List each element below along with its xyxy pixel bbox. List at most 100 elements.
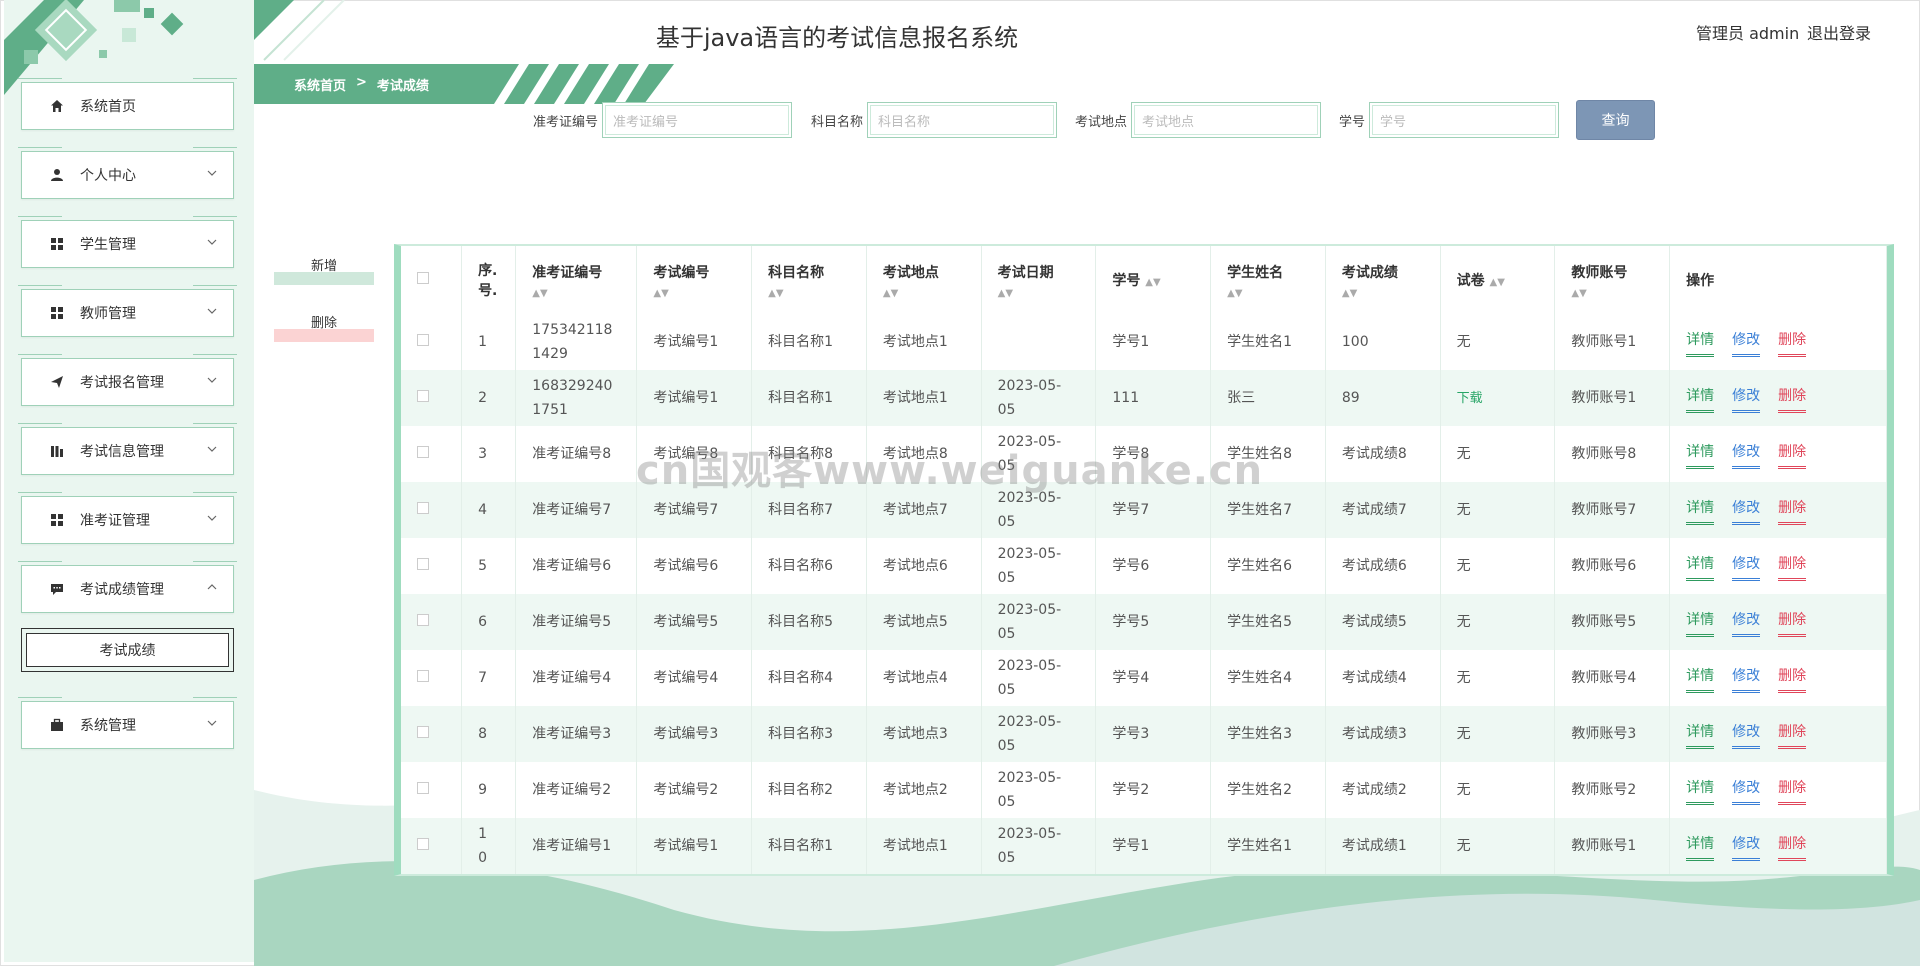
cell-place: 考试地点1: [866, 314, 982, 370]
detail-button[interactable]: 详情: [1686, 552, 1715, 581]
header-exam[interactable]: 考试编号 ▲▼: [636, 246, 753, 314]
detail-button[interactable]: 详情: [1686, 496, 1715, 525]
sidebar-item-label: 教师管理: [80, 306, 136, 322]
sort-icon[interactable]: ▲▼: [1490, 277, 1505, 288]
detail-button[interactable]: 详情: [1686, 664, 1715, 693]
row-checkbox[interactable]: [417, 390, 429, 402]
header-paper[interactable]: 试卷 ▲▼: [1440, 246, 1556, 314]
sidebar-item-teachers[interactable]: 教师管理: [18, 285, 237, 337]
ticket-placeholder: 准考证编号: [613, 114, 679, 130]
row-checkbox[interactable]: [417, 334, 429, 346]
cell-sname: 张三: [1210, 370, 1326, 426]
row-checkbox[interactable]: [417, 558, 429, 570]
sort-icon[interactable]: ▲▼: [1342, 288, 1434, 299]
edit-button[interactable]: 修改: [1732, 832, 1761, 861]
header-teacher[interactable]: 教师账号 ▲▼: [1554, 246, 1671, 314]
sidebar-item-personal[interactable]: 个人中心: [18, 147, 237, 199]
sidebar-item-admission-ticket[interactable]: 准考证管理: [18, 492, 237, 544]
sort-icon[interactable]: ▲▼: [998, 288, 1090, 299]
edit-button[interactable]: 修改: [1732, 664, 1761, 693]
header-place[interactable]: 考试地点 ▲▼: [866, 246, 982, 314]
sidebar-item-exam-registration[interactable]: 考试报名管理: [18, 354, 237, 406]
header-student-name[interactable]: 学生姓名 ▲▼: [1210, 246, 1326, 314]
cell-paper[interactable]: 下载: [1440, 370, 1556, 426]
delete-row-button[interactable]: 删除: [1778, 384, 1807, 413]
edit-button[interactable]: 修改: [1732, 552, 1761, 581]
subject-input[interactable]: 科目名称: [867, 102, 1058, 138]
delete-row-button[interactable]: 删除: [1778, 608, 1807, 637]
add-button[interactable]: 新增: [274, 255, 374, 285]
header-score[interactable]: 考试成绩 ▲▼: [1325, 246, 1441, 314]
edit-button[interactable]: 修改: [1732, 720, 1761, 749]
delete-row-button[interactable]: 删除: [1778, 328, 1807, 357]
delete-row-button[interactable]: 删除: [1778, 664, 1807, 693]
detail-button[interactable]: 详情: [1686, 384, 1715, 413]
row-checkbox[interactable]: [417, 502, 429, 514]
download-link[interactable]: 下载: [1457, 391, 1483, 406]
delete-row-button[interactable]: 删除: [1778, 552, 1807, 581]
cell-teacher: 教师账号5: [1554, 594, 1671, 650]
delete-row-button[interactable]: 删除: [1778, 440, 1807, 469]
row-operations: 详情 修改 删除: [1669, 706, 1887, 762]
row-checkbox[interactable]: [417, 782, 429, 794]
cell-score: 考试成绩5: [1325, 594, 1441, 650]
table-body: 1 1753421181429 考试编号1 科目名称1 考试地点1 学号1 学生姓名1 100…: [401, 314, 1887, 874]
cell-subject: 科目名称2: [751, 762, 867, 818]
row-checkbox[interactable]: [417, 838, 429, 850]
sort-icon[interactable]: ▲▼: [1145, 277, 1160, 288]
detail-button[interactable]: 详情: [1686, 608, 1715, 637]
sort-icon[interactable]: ▲▼: [1571, 288, 1663, 299]
sidebar-item-students[interactable]: 学生管理: [18, 216, 237, 268]
sidebar-item-home[interactable]: 系统首页: [18, 78, 237, 130]
edit-button[interactable]: 修改: [1732, 776, 1761, 805]
detail-button[interactable]: 详情: [1686, 720, 1715, 749]
detail-button[interactable]: 详情: [1686, 440, 1715, 469]
delete-row-button[interactable]: 删除: [1778, 832, 1807, 861]
edit-button[interactable]: 修改: [1732, 440, 1761, 469]
cell-exam: 考试编号4: [636, 650, 753, 706]
header-date[interactable]: 考试日期 ▲▼: [981, 246, 1097, 314]
row-checkbox[interactable]: [417, 726, 429, 738]
cell-sname: 学生姓名7: [1210, 482, 1326, 538]
detail-button[interactable]: 详情: [1686, 328, 1715, 357]
sidebar-item-label: 考试报名管理: [80, 375, 164, 391]
edit-button[interactable]: 修改: [1732, 328, 1761, 357]
cell-score: 考试成绩1: [1325, 818, 1441, 874]
cell-date: 2023-05-05: [981, 370, 1097, 426]
header-ticket[interactable]: 准考证编号 ▲▼: [515, 246, 638, 314]
sidebar-item-label: 学生管理: [80, 237, 136, 253]
place-input[interactable]: 考试地点: [1131, 102, 1322, 138]
sort-icon[interactable]: ▲▼: [883, 288, 975, 299]
delete-button[interactable]: 删除: [274, 312, 374, 342]
edit-button[interactable]: 修改: [1732, 608, 1761, 637]
delete-row-button[interactable]: 删除: [1778, 720, 1807, 749]
detail-button[interactable]: 详情: [1686, 832, 1715, 861]
breadcrumb-home[interactable]: 系统首页: [294, 75, 346, 94]
sort-icon[interactable]: ▲▼: [653, 288, 745, 299]
sidebar-subitem-exam-scores[interactable]: 考试成绩: [21, 628, 234, 672]
row-checkbox[interactable]: [417, 614, 429, 626]
ticket-input[interactable]: 准考证编号: [602, 102, 793, 138]
sort-icon[interactable]: ▲▼: [1227, 288, 1319, 299]
edit-button[interactable]: 修改: [1732, 384, 1761, 413]
header-student-id[interactable]: 学号 ▲▼: [1095, 246, 1212, 314]
query-button[interactable]: 查询: [1576, 100, 1655, 140]
sidebar-item-exam-info[interactable]: 考试信息管理: [18, 423, 237, 475]
delete-row-button[interactable]: 删除: [1778, 776, 1807, 805]
cell-sname: 学生姓名5: [1210, 594, 1326, 650]
header-subject[interactable]: 科目名称 ▲▼: [751, 246, 867, 314]
cell-sname: 学生姓名4: [1210, 650, 1326, 706]
student-id-input[interactable]: 学号: [1369, 102, 1560, 138]
sidebar-item-system[interactable]: 系统管理: [18, 697, 237, 749]
detail-button[interactable]: 详情: [1686, 776, 1715, 805]
select-all-checkbox[interactable]: [417, 272, 429, 284]
sort-icon[interactable]: ▲▼: [768, 288, 860, 299]
delete-row-button[interactable]: 删除: [1778, 496, 1807, 525]
sidebar-item-exam-scores[interactable]: 考试成绩管理: [18, 561, 237, 613]
row-checkbox[interactable]: [417, 446, 429, 458]
logout-link[interactable]: 退出登录: [1807, 20, 1871, 44]
row-checkbox[interactable]: [417, 670, 429, 682]
cell-score: 考试成绩6: [1325, 538, 1441, 594]
edit-button[interactable]: 修改: [1732, 496, 1761, 525]
sort-icon[interactable]: ▲▼: [532, 288, 630, 299]
